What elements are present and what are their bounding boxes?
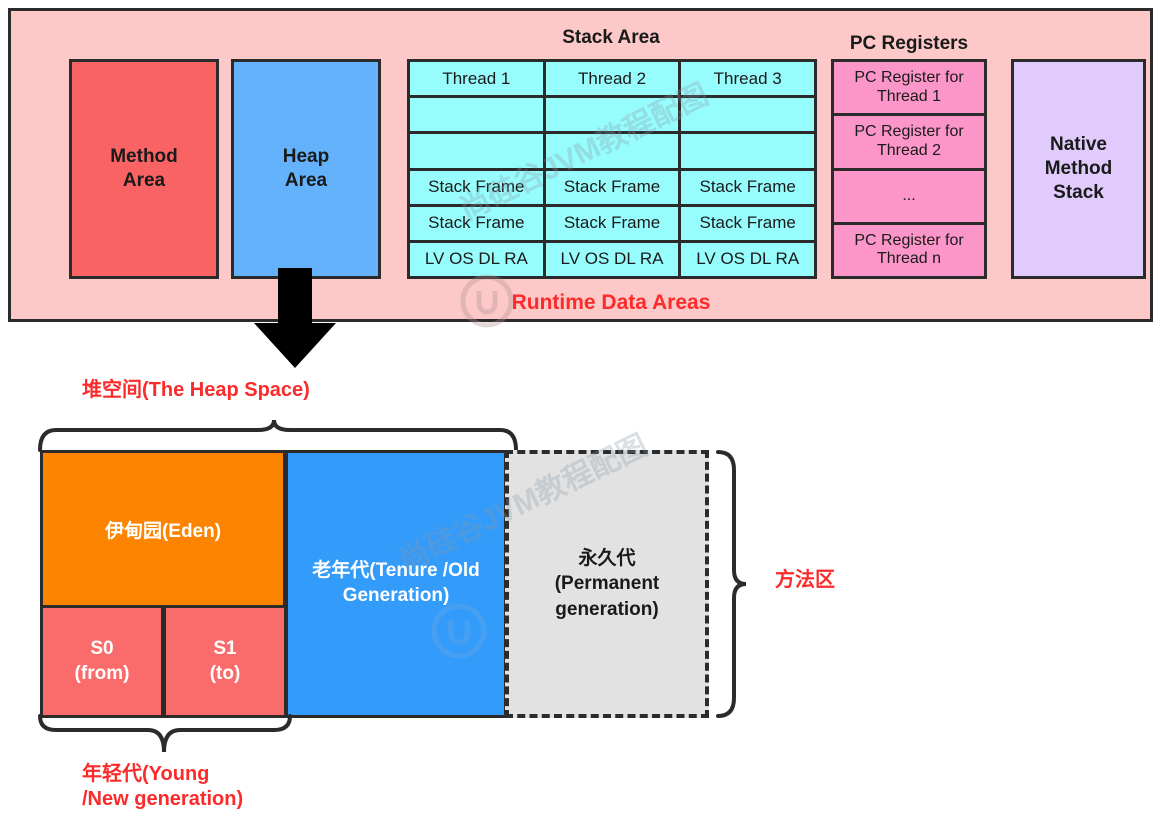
stack-cell: Stack Frame	[545, 206, 679, 240]
stack-cell: Stack Frame	[681, 206, 815, 240]
method-area-label: Method Area	[110, 146, 178, 191]
stack-cell: Thread 2	[545, 62, 679, 96]
stack-cell: Thread 1	[410, 62, 543, 96]
stack-area-table: Thread 1 Stack Frame Stack Frame LV OS D…	[407, 59, 817, 279]
old-generation-box: 老年代(Tenure /Old Generation)	[285, 450, 507, 718]
thread-column-1: Thread 1 Stack Frame Stack Frame LV OS D…	[410, 62, 543, 277]
runtime-data-areas-label: Runtime Data Areas	[511, 291, 711, 314]
stack-cell: Stack Frame	[410, 206, 543, 240]
pc-register-cell: PC Register for Thread n	[834, 224, 984, 276]
method-area-box: Method Area	[69, 59, 219, 279]
stack-cell: Stack Frame	[410, 170, 543, 204]
pc-register-cell: PC Register for Thread 1	[834, 62, 984, 114]
heap-space-label: 堆空间(The Heap Space)	[82, 379, 310, 401]
stack-cell: Stack Frame	[545, 170, 679, 204]
pc-register-cell: PC Register for Thread 2	[834, 116, 984, 168]
heap-area-label: Heap Area	[282, 146, 330, 191]
down-arrow-icon	[254, 268, 336, 368]
permanent-generation-box: 永久代 (Permanent generation)	[505, 450, 709, 718]
survivor-s0-box: S0 (from)	[40, 605, 164, 718]
native-method-stack-label: Native Method Stack	[1044, 134, 1113, 203]
stack-cell	[681, 134, 815, 168]
survivor-s1-label: S1 (to)	[209, 637, 241, 684]
stack-cell: LV OS DL RA	[681, 242, 815, 277]
pc-register-cell: ...	[834, 170, 984, 222]
eden-label: 伊甸园(Eden)	[104, 520, 222, 542]
stack-cell: Thread 3	[681, 62, 815, 96]
method-area-brace	[716, 450, 747, 718]
stack-area-title: Stack Area	[562, 27, 660, 48]
survivor-s1-box: S1 (to)	[163, 605, 287, 718]
stack-cell: Stack Frame	[681, 170, 815, 204]
survivor-s0-label: S0 (from)	[74, 637, 130, 684]
stack-cell	[410, 98, 543, 132]
stack-cell: LV OS DL RA	[410, 242, 543, 277]
pc-registers-title: PC Registers	[849, 33, 969, 54]
young-generation-brace	[38, 714, 292, 753]
method-area-red-label: 方法区	[775, 569, 835, 591]
permanent-generation-label: 永久代 (Permanent generation)	[554, 547, 660, 620]
stack-cell	[410, 134, 543, 168]
stack-cell: LV OS DL RA	[545, 242, 679, 277]
heap-space-brace	[38, 420, 518, 452]
thread-column-2: Thread 2 Stack Frame Stack Frame LV OS D…	[545, 62, 679, 277]
eden-box: 伊甸园(Eden)	[40, 450, 286, 608]
heap-area-box: Heap Area	[231, 59, 381, 279]
pc-registers-table: PC Register for Thread 1 PC Register for…	[831, 59, 987, 279]
native-method-stack-box: Native Method Stack	[1011, 59, 1146, 279]
old-generation-label: 老年代(Tenure /Old Generation)	[312, 560, 480, 606]
stack-cell	[545, 98, 679, 132]
stack-cell	[545, 134, 679, 168]
stack-cell	[681, 98, 815, 132]
young-generation-label: 年轻代(Young /New generation)	[82, 763, 244, 810]
runtime-data-areas-panel: Stack Area PC Registers Method Area Heap…	[8, 8, 1153, 328]
thread-column-3: Thread 3 Stack Frame Stack Frame LV OS D…	[681, 62, 815, 277]
